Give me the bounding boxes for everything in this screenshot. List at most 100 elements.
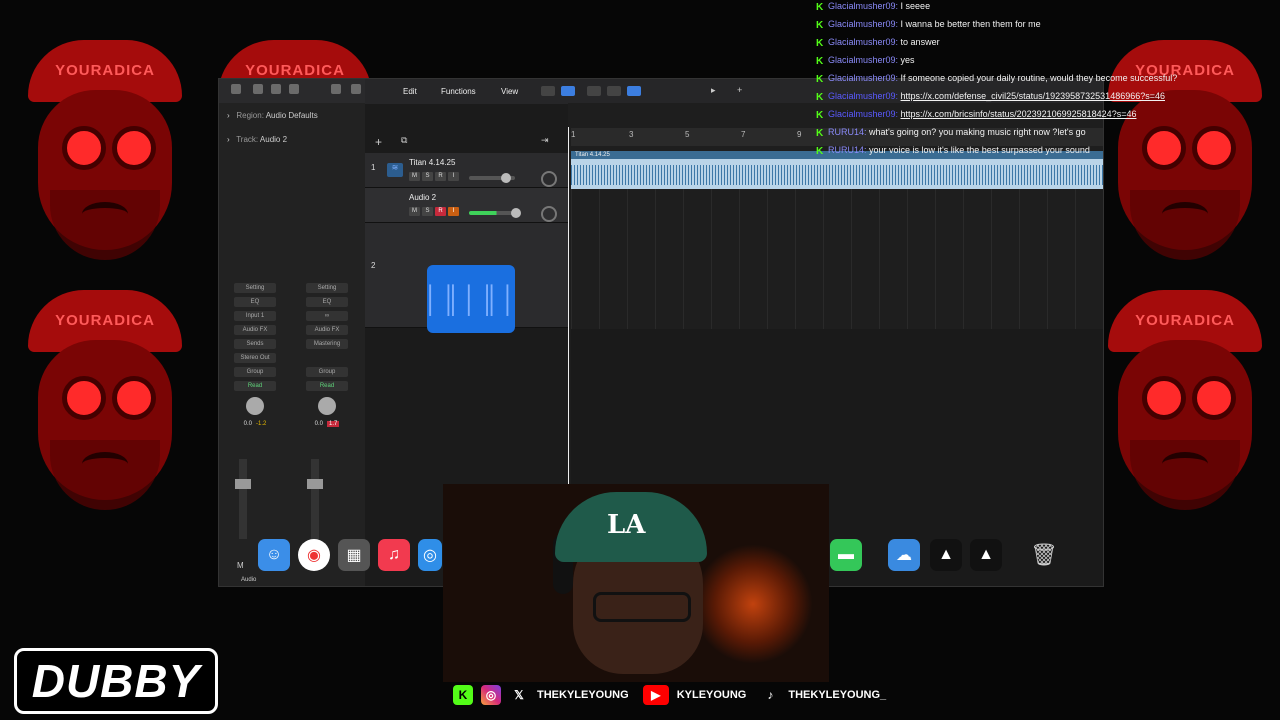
pan-knob[interactable] (246, 397, 264, 415)
record-enable-button[interactable]: R (435, 207, 446, 216)
waveform (571, 165, 1103, 185)
peak-value: 1.7 (327, 421, 340, 427)
group-slot[interactable]: Group (234, 367, 276, 377)
eq-slot[interactable]: EQ (234, 297, 276, 307)
pointer-tool-icon[interactable]: ▸ (711, 85, 716, 96)
chrome-icon[interactable]: ◉ (298, 539, 330, 571)
quick-help-button[interactable] (271, 84, 281, 94)
track-name[interactable]: Audio 2 (409, 193, 436, 202)
chat-message: K RURU14: your voice is low it's like the… (816, 144, 1090, 162)
automation-read[interactable]: Read (306, 381, 348, 391)
track-header-audio-2[interactable]: Audio 2 M S R I (365, 188, 568, 223)
view-menu[interactable]: View (501, 87, 518, 96)
volume-value: 0.0 (243, 421, 252, 427)
grid-view-icon[interactable] (541, 86, 555, 96)
audio-fx-slot[interactable]: Audio FX (234, 325, 276, 335)
arrange-grid[interactable] (571, 189, 1103, 329)
library-button[interactable] (231, 84, 241, 94)
ruler-tick: 5 (685, 130, 690, 139)
safari-icon[interactable]: ◎ (418, 539, 442, 571)
tiktok-icon: ♪ (767, 688, 774, 702)
volume-fader[interactable] (235, 459, 251, 539)
smart-controls-button[interactable] (331, 84, 341, 94)
input-slot[interactable]: Input 1 (234, 311, 276, 321)
ableton-icon[interactable]: ▲ (970, 539, 1002, 571)
track-inspector-row[interactable]: › Track: Audio 2 (227, 135, 287, 144)
inspector-button[interactable] (253, 84, 263, 94)
region-inspector-row[interactable]: › Region: Audio Defaults (227, 111, 318, 120)
track-controls: M S R I (409, 172, 459, 181)
eq-slot[interactable]: EQ (306, 297, 348, 307)
link-icon[interactable]: ∞ (306, 311, 348, 321)
peak-value: -1.2 (256, 421, 267, 427)
cap: LA (555, 492, 707, 562)
mixer-button[interactable] (351, 84, 361, 94)
chat-message: K Glacialmusher09: If someone copied your… (816, 72, 1177, 90)
kick-icon: K (816, 38, 824, 49)
messages-icon[interactable]: ▬ (830, 539, 862, 571)
collapse-icon[interactable]: ⇥ (541, 135, 549, 146)
track-name[interactable]: Titan 4.14.25 (409, 158, 455, 167)
finder-icon[interactable]: ☺ (258, 539, 290, 571)
setting-button[interactable]: Setting (234, 283, 276, 293)
trash-icon[interactable]: 🗑 (1028, 539, 1060, 571)
launchpad-icon[interactable]: ▦ (338, 539, 370, 571)
volume-fader[interactable] (307, 459, 323, 539)
record-enable-button[interactable]: R (435, 172, 446, 181)
bg-face: YOURADICA (1090, 290, 1280, 520)
chat-username: Glacialmusher09: (828, 37, 899, 47)
functions-menu[interactable]: Functions (441, 87, 476, 96)
track-pan-knob[interactable] (541, 171, 557, 187)
chat-message: K Glacialmusher09: to answer (816, 36, 940, 54)
add-track-icon[interactable]: + (375, 135, 382, 149)
mute-button[interactable]: M (409, 207, 420, 216)
toolbar-button[interactable] (289, 84, 299, 94)
chat-message: K Glacialmusher09: yes (816, 54, 915, 72)
automation-icon[interactable] (587, 86, 601, 96)
track-volume-thumb[interactable] (511, 208, 521, 218)
automation-read[interactable]: Read (234, 381, 276, 391)
solo-button[interactable]: S (422, 207, 433, 216)
input-monitor-button[interactable]: I (448, 207, 459, 216)
ruler-tick: 3 (629, 130, 634, 139)
pan-knob[interactable] (318, 397, 336, 415)
catch-icon[interactable] (627, 86, 641, 96)
mute-button[interactable]: M (409, 172, 420, 181)
group-slot[interactable]: Group (306, 367, 348, 377)
track-pan-knob[interactable] (541, 206, 557, 222)
audio-file-icon[interactable]: │║│║│ (423, 265, 517, 333)
cap-logo: LA (607, 510, 646, 540)
chevron-right-icon: › (227, 135, 230, 144)
ruler-tick: 1 (571, 130, 576, 139)
channel-strip-stereo-out: Setting EQ ∞ Audio FX Mastering Group Re… (299, 283, 355, 427)
edit-menu[interactable]: Edit (403, 87, 417, 96)
track-label: Track: (236, 135, 259, 144)
input-monitor-button[interactable]: I (448, 172, 459, 181)
glasses (593, 592, 691, 622)
mute-button[interactable]: M (237, 561, 244, 570)
output-slot[interactable]: Stereo Out (234, 353, 276, 363)
track-volume-thumb[interactable] (501, 173, 511, 183)
kick-icon: K (816, 110, 824, 121)
weather-icon[interactable]: ☁ (888, 539, 920, 571)
flex-icon[interactable] (607, 86, 621, 96)
chat-link[interactable]: https://x.com/bricsinfo/status/202392106… (901, 109, 1137, 119)
track-volume-slider[interactable] (469, 211, 515, 215)
track-value: Audio 2 (259, 135, 288, 144)
track-options-icon[interactable]: ⧉ (401, 135, 407, 146)
mastering-slot[interactable]: Mastering (306, 339, 348, 349)
solo-button[interactable]: S (422, 172, 433, 181)
track-header-titan[interactable]: 1 ≋ Titan 4.14.25 M S R I (365, 153, 568, 188)
list-view-icon[interactable] (561, 86, 575, 96)
tiktok-handle: THEKYLEYOUNG_ (788, 689, 887, 701)
chat-text: what's going on? you making music right … (869, 127, 1086, 137)
music-icon[interactable]: ♫ (378, 539, 410, 571)
ableton-icon[interactable]: ▲ (930, 539, 962, 571)
chat-link[interactable]: https://x.com/defense_civil25/status/192… (901, 91, 1165, 101)
sends-slot[interactable]: Sends (234, 339, 276, 349)
audio-fx-slot[interactable]: Audio FX (306, 325, 348, 335)
x-handle: THEKYLEYOUNG (537, 689, 629, 701)
kick-icon: K (453, 685, 473, 705)
setting-button[interactable]: Setting (306, 283, 348, 293)
pencil-tool-icon[interactable]: + (737, 85, 742, 95)
